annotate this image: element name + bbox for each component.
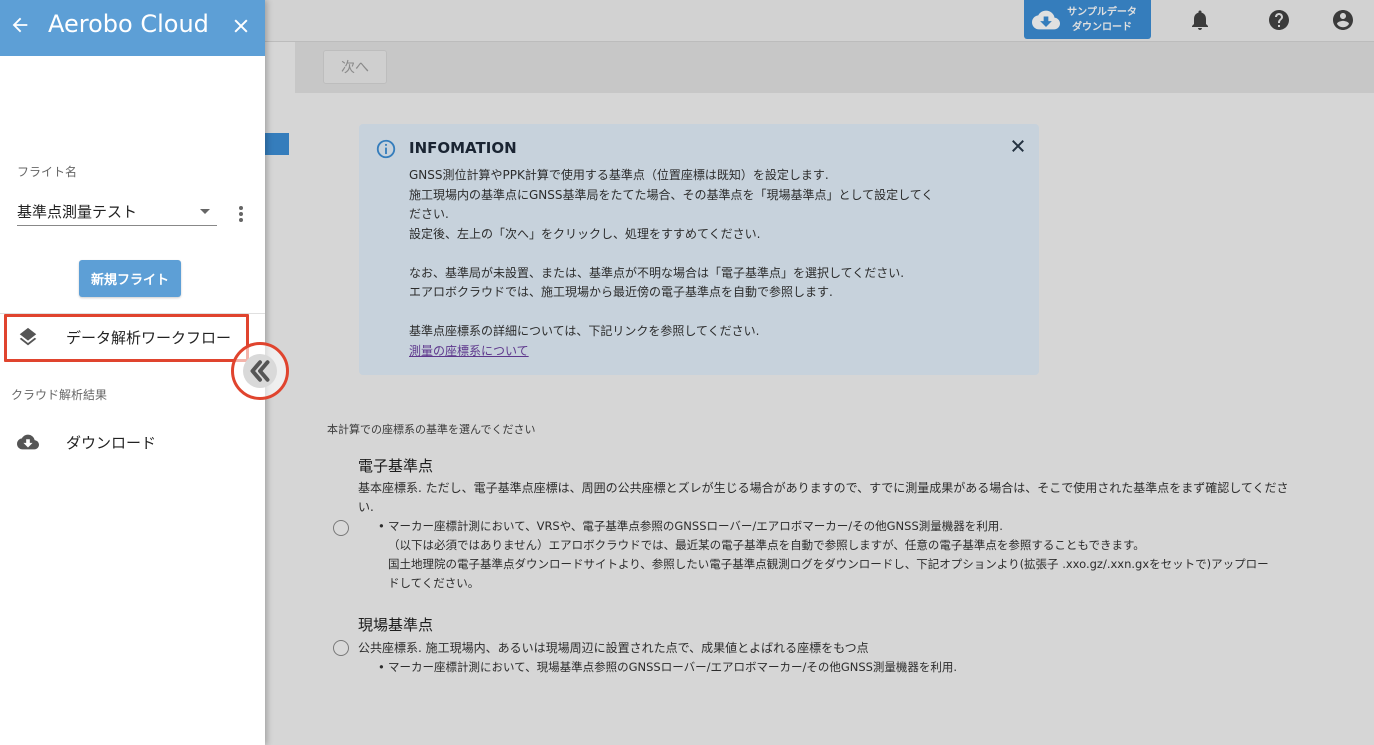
drawer-scrim[interactable] xyxy=(265,0,1374,745)
more-vert-icon[interactable] xyxy=(234,204,248,224)
nav-item-download[interactable]: ダウンロード xyxy=(0,421,265,465)
new-flight-button[interactable]: 新規フライト xyxy=(79,260,181,297)
collapse-handle xyxy=(243,354,277,388)
nav-item-label: ダウンロード xyxy=(66,434,157,452)
cloud-download-icon xyxy=(17,434,39,450)
nav-drawer: Aerobo Cloud フライト名 基準点測量テスト 新規フライト データ解析… xyxy=(0,0,265,745)
flight-select[interactable]: 基準点測量テスト xyxy=(17,198,217,226)
caret-down-icon xyxy=(200,209,210,214)
collapse-drawer-button[interactable] xyxy=(231,342,289,400)
drawer-header: Aerobo Cloud xyxy=(0,0,265,56)
double-chevron-left-icon xyxy=(250,360,270,382)
group-label: クラウド解析結果 xyxy=(11,388,108,402)
close-icon[interactable] xyxy=(231,16,251,36)
flight-select-value: 基準点測量テスト xyxy=(17,203,138,221)
arrow-back-icon[interactable] xyxy=(9,14,31,36)
highlight-annotation xyxy=(4,314,249,362)
app-root: サンプルデータ ダウンロード 次へ INFOMATION GNSS測位計算やPP… xyxy=(0,0,1374,745)
flight-name-label: フライト名 xyxy=(17,165,78,179)
app-title: Aerobo Cloud xyxy=(48,10,209,38)
